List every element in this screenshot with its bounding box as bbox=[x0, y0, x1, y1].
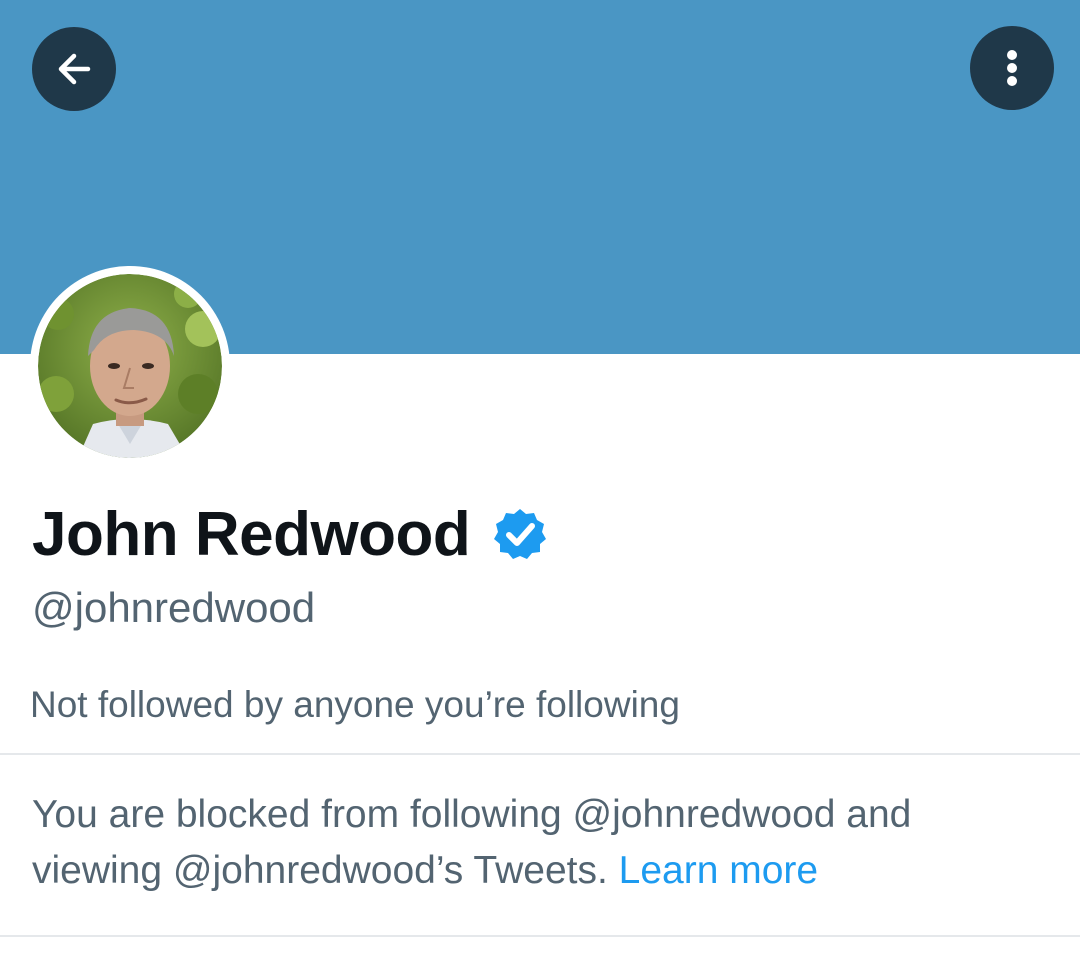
more-options-button[interactable] bbox=[970, 26, 1054, 110]
avatar-photo bbox=[38, 274, 222, 458]
arrow-left-icon bbox=[58, 53, 91, 85]
divider bbox=[0, 753, 1080, 755]
profile-handle: @johnredwood bbox=[32, 584, 316, 631]
profile-name-row: John Redwood bbox=[32, 496, 548, 572]
more-vertical-icon bbox=[1007, 50, 1017, 86]
divider bbox=[0, 935, 1080, 937]
verified-badge-icon[interactable] bbox=[492, 506, 548, 562]
followed-by-text: Not followed by anyone you’re following bbox=[30, 684, 680, 725]
back-button[interactable] bbox=[32, 27, 116, 111]
display-name: John Redwood bbox=[32, 499, 471, 569]
avatar[interactable] bbox=[30, 266, 230, 466]
learn-more-link[interactable]: Learn more bbox=[619, 849, 818, 892]
blocked-notice: You are blocked from following @johnredw… bbox=[32, 787, 1052, 899]
